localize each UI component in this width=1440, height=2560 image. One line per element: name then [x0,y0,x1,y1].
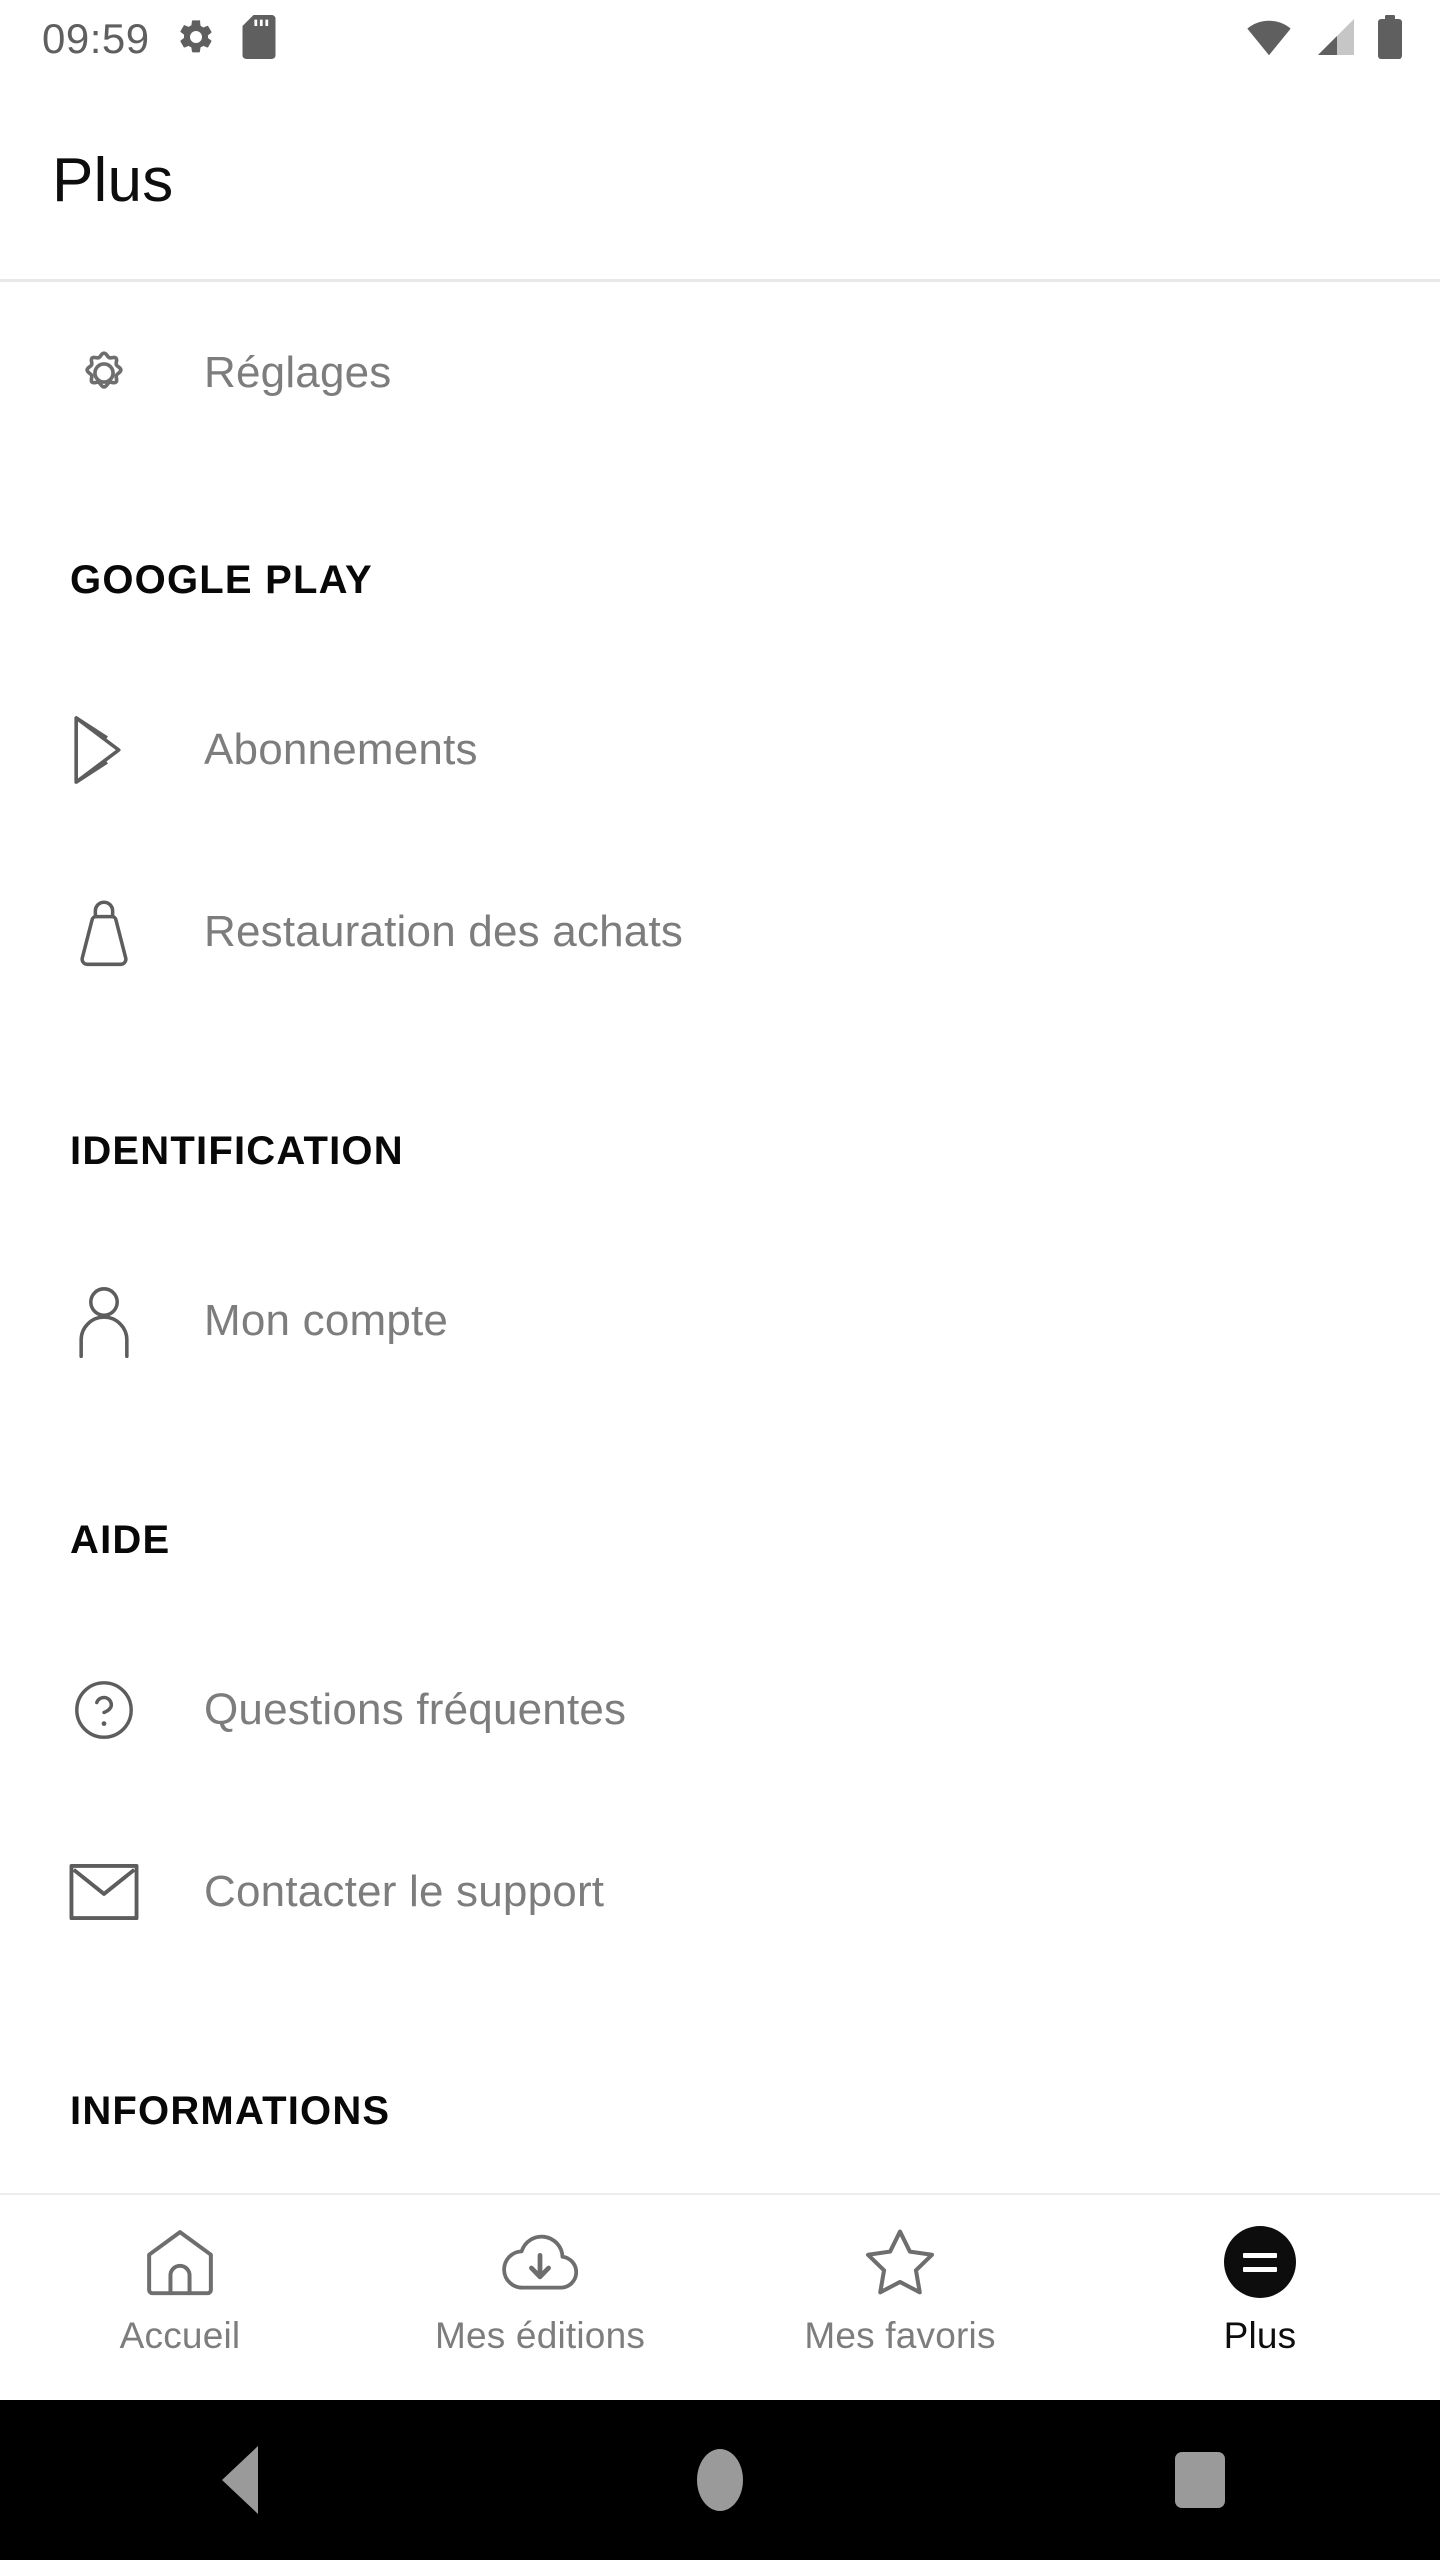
cellular-signal-icon [1312,17,1356,62]
bottom-tab-bar: Accueil Mes éditions Mes favoris Plus [0,2193,1440,2400]
tab-label: Plus [1223,2315,1297,2356]
status-bar: 09:59 [0,0,1440,78]
list-item-label: Abonnements [204,725,478,774]
menu-badge [1224,2226,1296,2298]
list-item-label: Contacter le support [204,1867,605,1916]
status-bar-right [1246,14,1404,64]
menu-line [1243,2252,1277,2258]
list-item-label: Restauration des achats [204,907,684,956]
recents-button[interactable] [1130,2400,1270,2560]
back-button[interactable] [170,2400,310,2560]
settings-list[interactable]: Réglages GOOGLE PLAY Abonnements Restaur… [0,282,1440,2193]
tab-label: Accueil [119,2315,241,2356]
list-item-label: Questions fréquentes [204,1685,627,1734]
google-play-icon [66,712,142,788]
gear-icon [176,17,216,62]
tab-mes-favoris[interactable]: Mes favoris [720,2195,1080,2400]
tab-plus[interactable]: Plus [1080,2195,1440,2400]
tab-label: Mes éditions [434,2315,646,2356]
tab-mes-editions[interactable]: Mes éditions [360,2195,720,2400]
person-icon [66,1283,142,1359]
tab-accueil[interactable]: Accueil [0,2195,360,2400]
cloud-download-icon [502,2223,578,2301]
tab-label: Mes favoris [804,2315,996,2356]
section-header-google-play: GOOGLE PLAY [70,558,373,602]
battery-icon [1376,14,1404,64]
home-icon [145,2223,215,2301]
android-nav-bar [0,2400,1440,2560]
list-item-restauration-des-achats[interactable]: Restauration des achats [0,841,1440,1023]
envelope-icon [66,1854,142,1930]
wifi-icon [1246,17,1292,62]
list-item-label: Mon compte [204,1296,449,1345]
home-circle-icon [697,2449,743,2511]
gear-outline-icon [66,335,142,411]
recents-square-icon [1175,2452,1225,2508]
status-bar-left: 09:59 [42,14,276,64]
page-title: Plus [52,145,174,215]
section-header-identification: IDENTIFICATION [70,1129,404,1173]
list-item-questions-frequentes[interactable]: Questions fréquentes [0,1619,1440,1801]
list-item-abonnements[interactable]: Abonnements [0,659,1440,841]
phone-screen: 09:59 Plus Réglages GOOGLE PLAY Abonneme… [0,0,1440,2560]
back-icon [222,2446,258,2514]
status-bar-clock: 09:59 [42,15,150,62]
list-item-reglages[interactable]: Réglages [0,282,1440,464]
app-bar: Plus [0,78,1440,282]
star-icon [864,2223,936,2301]
shopping-bag-icon [66,894,142,970]
sd-card-icon [242,14,276,64]
section-header-informations: INFORMATIONS [70,2089,391,2133]
section-header-aide: AIDE [70,1518,171,1562]
list-item-mon-compte[interactable]: Mon compte [0,1230,1440,1412]
list-item-contacter-le-support[interactable]: Contacter le support [0,1801,1440,1983]
help-circle-icon [66,1672,142,1748]
home-button[interactable] [650,2400,790,2560]
menu-badge-icon [1224,2223,1296,2301]
menu-line [1243,2266,1277,2272]
list-item-label: Réglages [204,348,392,397]
